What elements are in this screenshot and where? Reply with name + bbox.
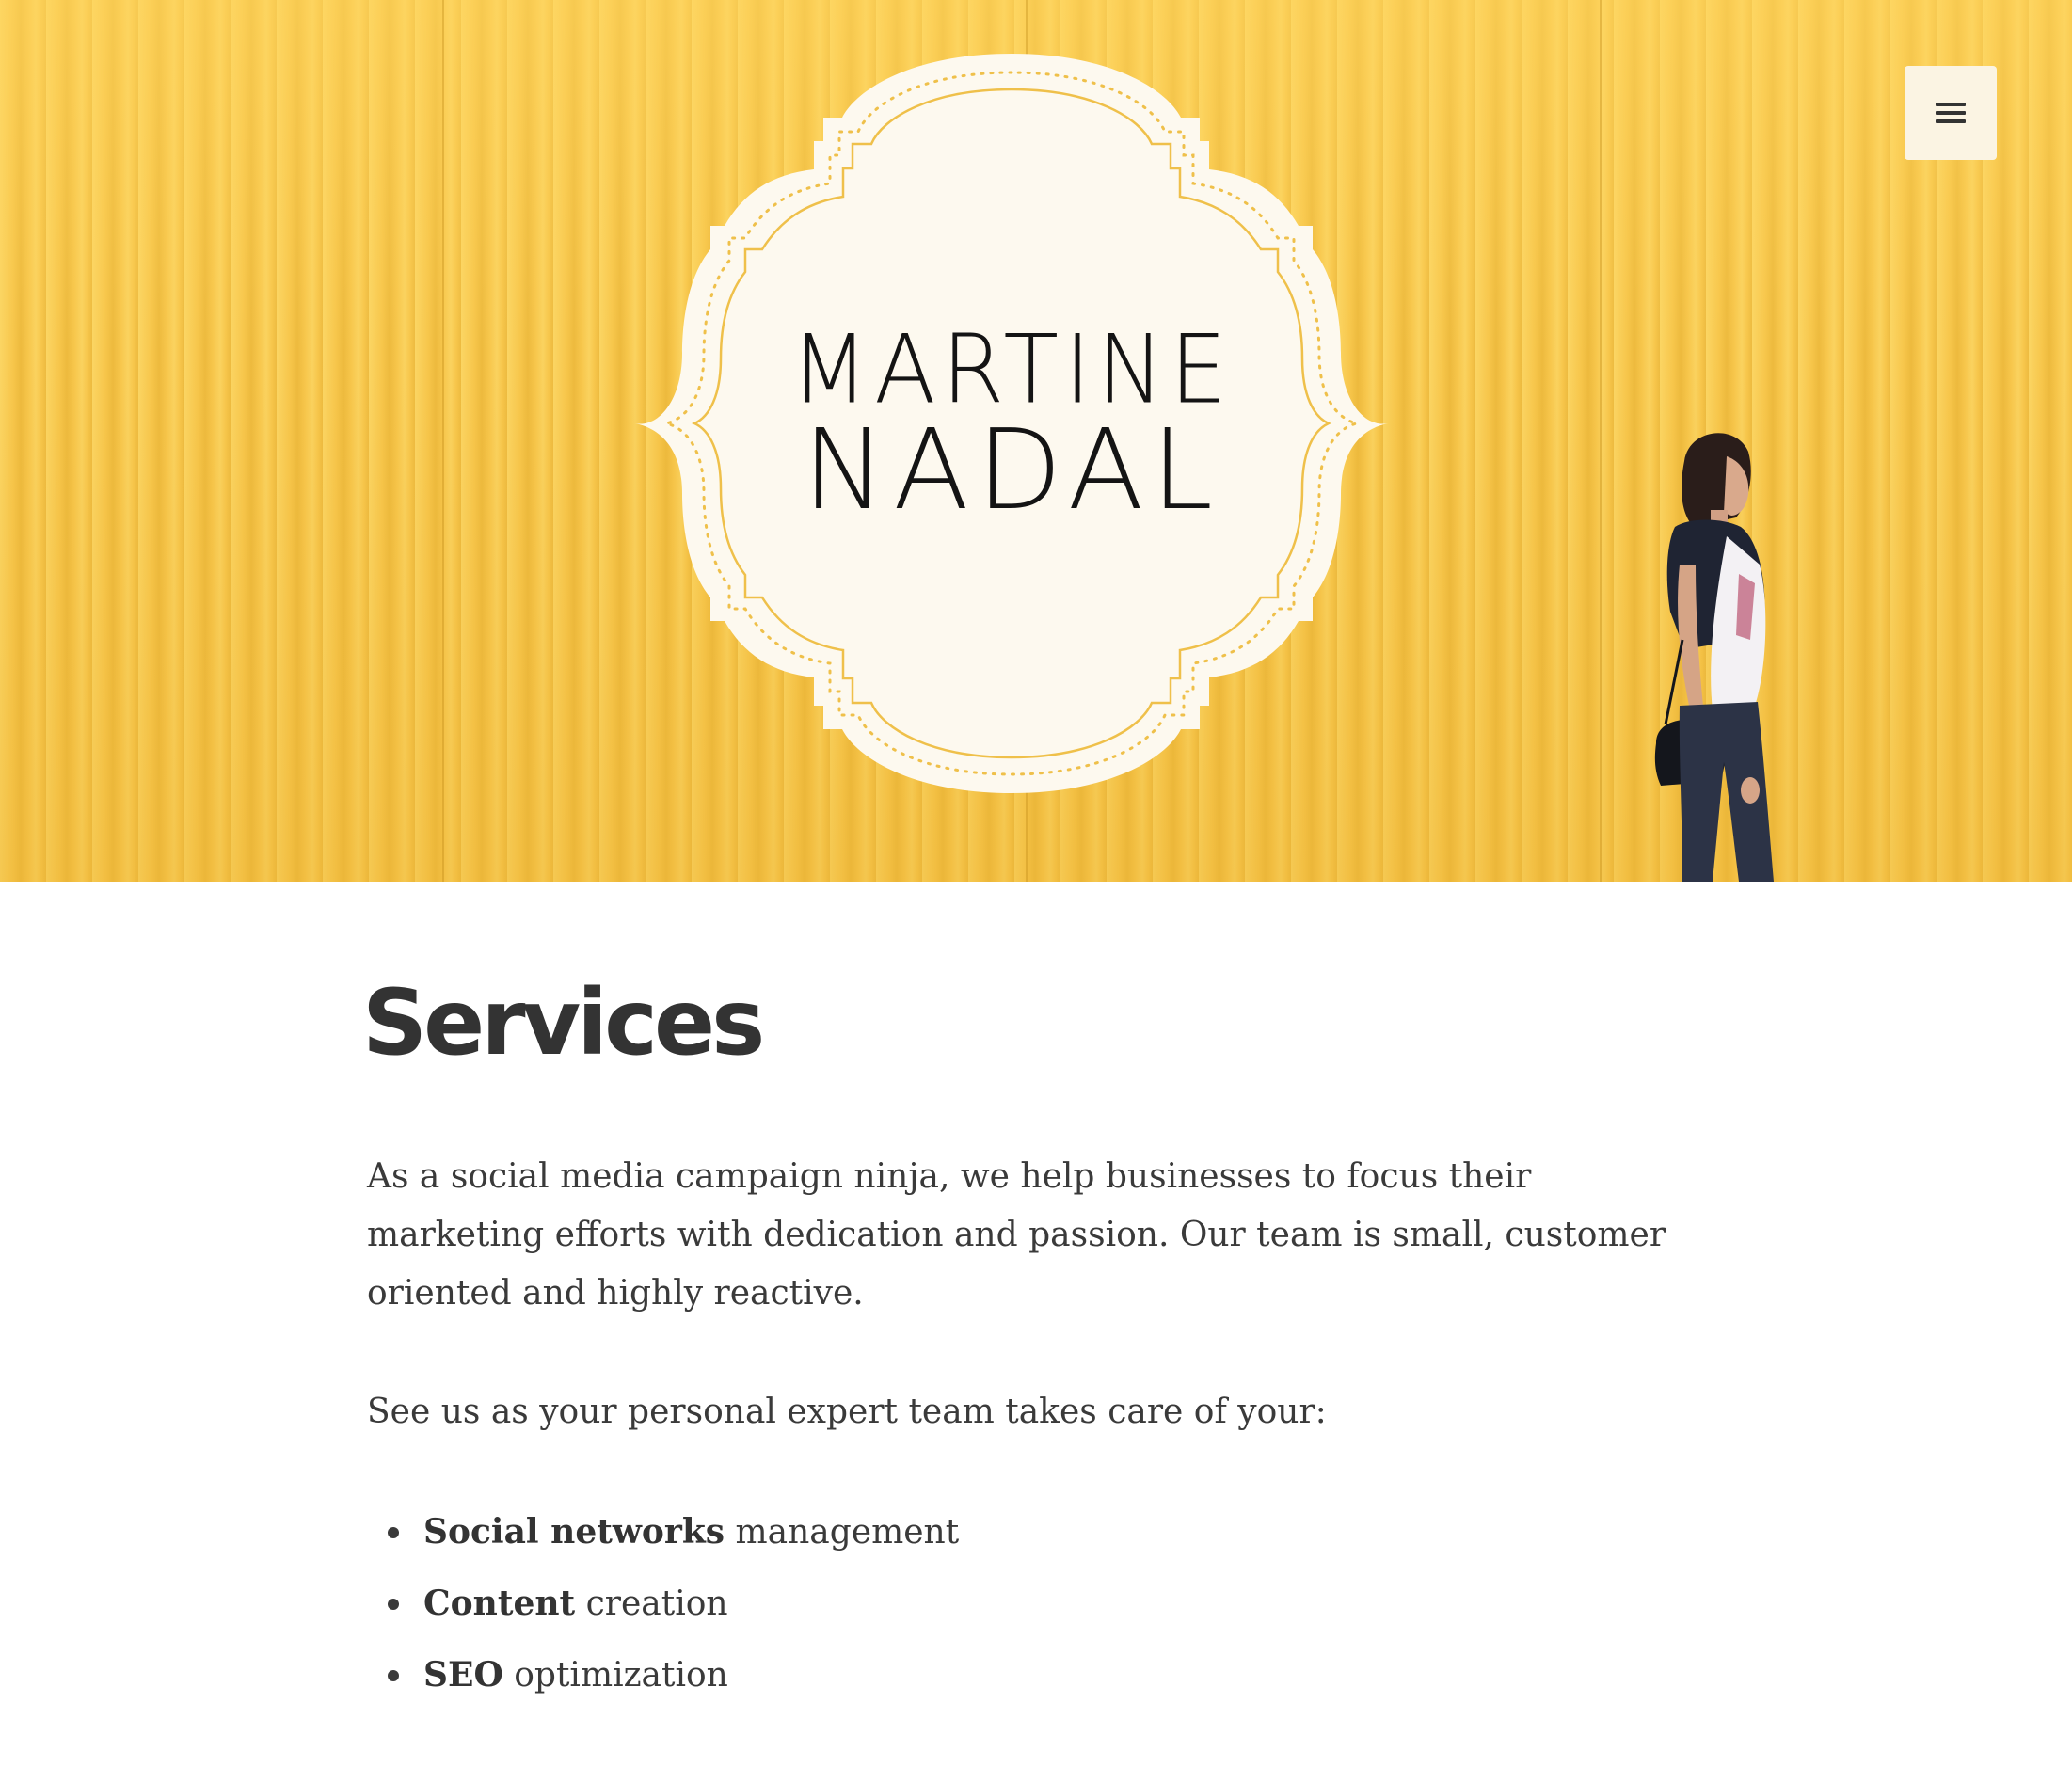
- service-description: optimization: [502, 1656, 728, 1695]
- lead-in-paragraph: See us as your personal expert team take…: [367, 1393, 1327, 1431]
- bullet-icon: [388, 1670, 399, 1681]
- intro-paragraph: As a social media campaign ninja, we hel…: [367, 1157, 1666, 1313]
- service-description: creation: [575, 1584, 728, 1623]
- service-name: Content: [423, 1584, 576, 1623]
- list-item: Content creation: [367, 1568, 959, 1639]
- services-list: Social networks management Content creat…: [367, 1496, 959, 1711]
- service-name: SEO: [423, 1655, 503, 1695]
- logo-text-first-name: MARTINE: [790, 314, 1233, 425]
- wall-seam: [1600, 0, 1602, 882]
- header-hero: MARTINE NADAL: [0, 0, 2072, 882]
- service-description: management: [725, 1513, 960, 1552]
- hamburger-menu-icon: [1936, 103, 1966, 123]
- hero-photo-person: [1637, 423, 1807, 882]
- menu-toggle-button[interactable]: [1905, 66, 1997, 160]
- site-logo[interactable]: MARTINE NADAL: [630, 52, 1393, 795]
- list-item: Social networks management: [367, 1496, 959, 1568]
- wall-seam: [442, 0, 444, 882]
- page-title: Services: [362, 970, 765, 1075]
- service-name: Social networks: [423, 1512, 725, 1552]
- bullet-icon: [388, 1527, 399, 1538]
- list-item: SEO optimization: [367, 1639, 959, 1711]
- bullet-icon: [388, 1599, 399, 1610]
- logo-text-last-name: NADAL: [802, 405, 1221, 534]
